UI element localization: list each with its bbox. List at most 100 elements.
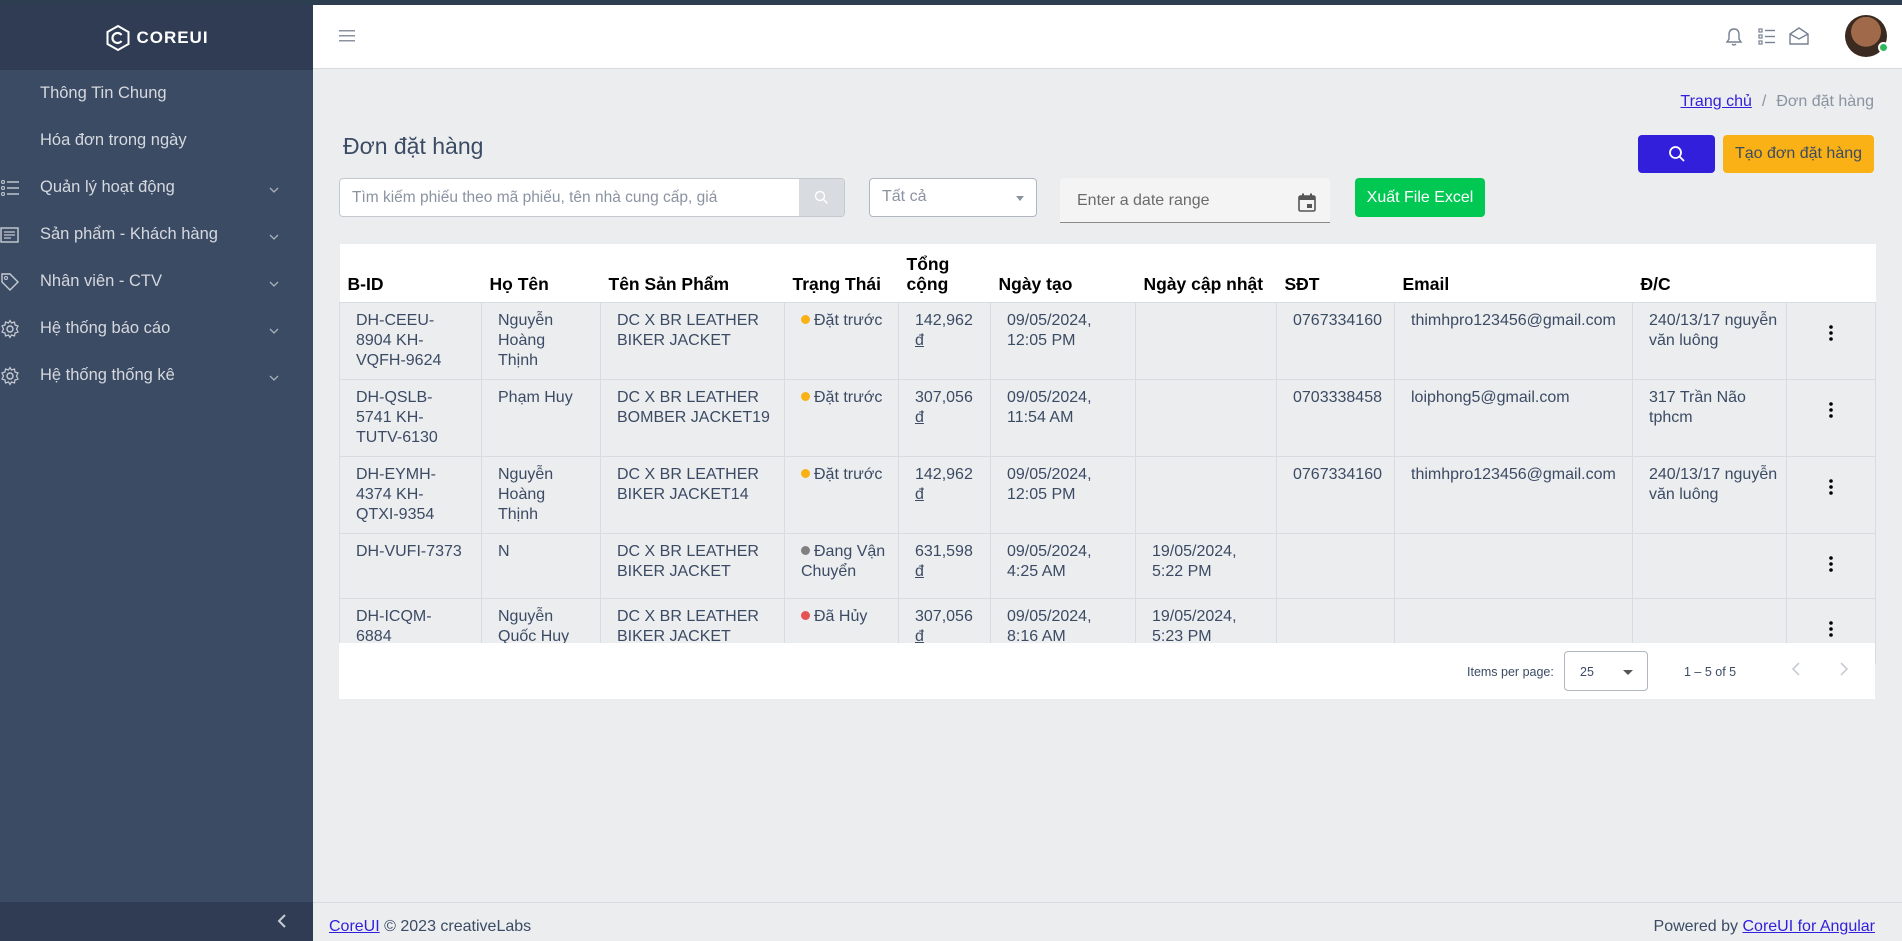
column-header: Ngày cập nhật bbox=[1135, 244, 1277, 302]
chevron-down-icon bbox=[268, 370, 280, 382]
tag-icon bbox=[0, 272, 20, 292]
sidebar-item-label: Hệ thống thống kê bbox=[40, 366, 175, 384]
sidebar-item[interactable]: Thông Tin Chung bbox=[0, 70, 313, 117]
created-date-cell: 09/05/2024, 12:05 PM bbox=[990, 301, 1136, 380]
search-button[interactable] bbox=[1638, 135, 1715, 173]
more-options-icon[interactable] bbox=[1803, 542, 1859, 572]
sidebar-nav: Thông Tin Chung Hóa đơn trong ngày Quản lý… bbox=[0, 70, 313, 399]
row-actions-cell bbox=[1786, 301, 1876, 380]
user-avatar[interactable] bbox=[1845, 15, 1889, 57]
customer-name-cell: Phạm Huy bbox=[481, 378, 601, 457]
status-cell: Đặt trước bbox=[784, 455, 899, 534]
created-date-cell: 09/05/2024, 11:54 AM bbox=[990, 378, 1136, 457]
total-cell: 142,962 đ bbox=[898, 455, 991, 534]
phone-cell: 0703338458 bbox=[1276, 378, 1395, 457]
more-options-icon[interactable] bbox=[1803, 465, 1859, 495]
created-date-cell: 09/05/2024, 12:05 PM bbox=[990, 455, 1136, 534]
product-name-cell: DC X BR LEATHER BIKER JACKET bbox=[600, 301, 785, 380]
email-cell bbox=[1394, 532, 1633, 599]
table-row[interactable]: DH-QSLB-5741 KH-TUTV-6130 Phạm Huy DC X BR… bbox=[339, 378, 1876, 457]
brand[interactable]: COREUI bbox=[0, 0, 313, 70]
coreui-angular-link[interactable]: CoreUI for Angular bbox=[1742, 918, 1875, 935]
footer: CoreUI © 2023 creativeLabs Powered by Co… bbox=[313, 902, 1902, 941]
coreui-link[interactable]: CoreUI bbox=[329, 918, 380, 935]
calendar-icon[interactable] bbox=[1298, 193, 1316, 212]
row-actions-cell bbox=[1786, 532, 1876, 599]
more-options-icon[interactable] bbox=[1803, 311, 1859, 341]
list-icon bbox=[0, 178, 20, 198]
status-cell: Đặt trước bbox=[784, 301, 899, 380]
brand-name: COREUI bbox=[136, 27, 209, 47]
search-submit-button[interactable] bbox=[799, 179, 844, 216]
status-text: Đã Hủy bbox=[814, 607, 868, 625]
status-cell: Đặt trước bbox=[784, 378, 899, 457]
search-group bbox=[339, 178, 845, 217]
sidebar: COREUI Thông Tin Chung Hóa đơn trong ngày… bbox=[0, 0, 313, 941]
breadcrumb-separator: / bbox=[1761, 93, 1767, 110]
previous-page-icon[interactable] bbox=[1791, 661, 1801, 677]
sidebar-item-label: Sản phẩm - Khách hàng bbox=[40, 225, 218, 243]
sidebar-item[interactable]: Hệ thống thống kê bbox=[0, 352, 313, 399]
create-order-button[interactable]: Tạo đơn đặt hàng bbox=[1723, 135, 1874, 173]
sidebar-item[interactable]: Quản lý hoạt động bbox=[0, 164, 313, 211]
sidebar-item[interactable]: Nhân viên - CTV bbox=[0, 258, 313, 305]
top-accent-bar bbox=[0, 0, 1902, 5]
sidebar-item-label: Thông Tin Chung bbox=[40, 84, 167, 102]
more-options-icon[interactable] bbox=[1803, 607, 1859, 637]
online-status-indicator bbox=[1878, 42, 1889, 53]
page-size-select[interactable]: 25 bbox=[1564, 651, 1648, 691]
status-text: Đặt trước bbox=[814, 311, 883, 329]
date-range-input[interactable] bbox=[1077, 192, 1277, 210]
sidebar-item[interactable]: Hệ thống báo cáo bbox=[0, 305, 313, 352]
column-header: Họ Tên bbox=[481, 244, 601, 302]
date-range-field bbox=[1060, 178, 1330, 223]
copyright-text: © 2023 creativeLabs bbox=[384, 918, 532, 935]
hamburger-menu-icon[interactable] bbox=[339, 29, 355, 43]
customer-name-cell: N bbox=[481, 532, 601, 599]
address-cell: 240/13/17 nguyễn văn luông bbox=[1632, 301, 1787, 380]
column-header: Email bbox=[1394, 244, 1633, 302]
row-actions-cell bbox=[1786, 455, 1876, 534]
order-id-cell: DH-EYMH-4374 KH-QTXI-9354 bbox=[339, 455, 482, 534]
sidebar-item[interactable]: Sản phẩm - Khách hàng bbox=[0, 211, 313, 258]
product-name-cell: DC X BR LEATHER BIKER JACKET bbox=[600, 532, 785, 599]
status-cell: Đang Vận Chuyển bbox=[784, 532, 899, 599]
footer-left: CoreUI © 2023 creativeLabs bbox=[329, 918, 531, 936]
updated-date-cell bbox=[1135, 455, 1277, 534]
table-row[interactable]: DH-VUFI-7373 N DC X BR LEATHER BIKER JACKE… bbox=[339, 532, 1876, 599]
status-dot bbox=[801, 610, 810, 620]
status-select[interactable]: Tất cả bbox=[869, 178, 1037, 217]
more-options-icon[interactable] bbox=[1803, 388, 1859, 418]
row-actions-cell bbox=[1786, 378, 1876, 457]
currency-symbol: đ bbox=[915, 562, 924, 580]
product-name-cell: DC X BR LEATHER BIKER JACKET14 bbox=[600, 455, 785, 534]
currency-symbol: đ bbox=[915, 408, 924, 426]
table-row[interactable]: DH-CEEU-8904 KH-VQFH-9624 Nguyễn Hoàng Th… bbox=[339, 301, 1876, 380]
currency-symbol: đ bbox=[915, 485, 924, 503]
footer-right: Powered by CoreUI for Angular bbox=[1654, 918, 1875, 936]
search-input[interactable] bbox=[340, 179, 800, 216]
total-amount: 142,962 bbox=[915, 311, 973, 329]
export-excel-button[interactable]: Xuất File Excel bbox=[1355, 178, 1485, 217]
breadcrumb: Trang chủ / Đơn đặt hàng bbox=[1680, 93, 1874, 111]
sidebar-item-label: Hóa đơn trong ngày bbox=[40, 131, 187, 149]
envelope-open-icon[interactable] bbox=[1789, 27, 1809, 45]
total-amount: 631,598 bbox=[915, 542, 973, 560]
search-icon bbox=[814, 190, 828, 204]
chevron-down-icon bbox=[268, 229, 280, 241]
status-text: Đặt trước bbox=[814, 465, 883, 483]
breadcrumb-home-link[interactable]: Trang chủ bbox=[1680, 93, 1751, 111]
status-dot bbox=[801, 391, 810, 401]
sidebar-item[interactable]: Hóa đơn trong ngày bbox=[0, 117, 313, 164]
next-page-icon[interactable] bbox=[1839, 661, 1849, 677]
bell-icon[interactable] bbox=[1725, 27, 1743, 47]
column-header: Tổng cộng bbox=[898, 244, 991, 302]
page-title: Đơn đặt hàng bbox=[343, 133, 484, 159]
sidebar-toggler[interactable] bbox=[0, 902, 313, 941]
chevron-left-icon bbox=[277, 914, 286, 928]
task-list-icon[interactable] bbox=[1758, 27, 1776, 45]
table-row[interactable]: DH-EYMH-4374 KH-QTXI-9354 Nguyễn Hoàng Th… bbox=[339, 455, 1876, 534]
updated-date-cell bbox=[1135, 301, 1277, 380]
status-dot bbox=[801, 468, 810, 478]
chevron-down-icon bbox=[268, 276, 280, 288]
